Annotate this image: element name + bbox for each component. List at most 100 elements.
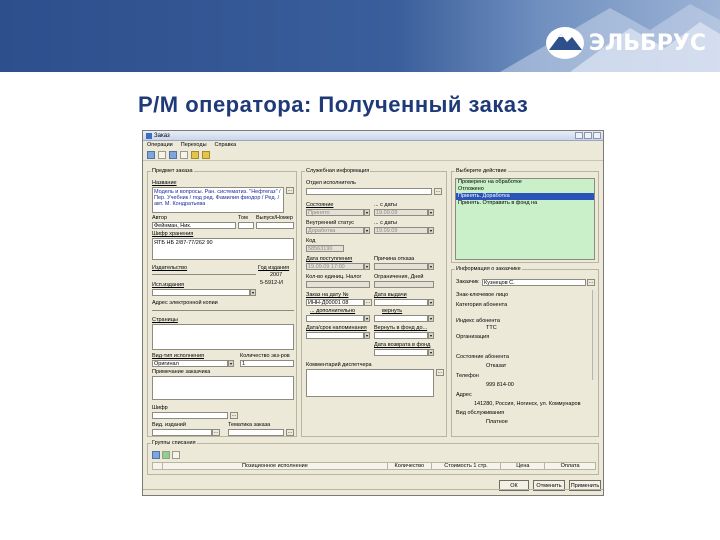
from2-date-field[interactable]: 19.09.09 xyxy=(374,227,428,234)
isbn-select[interactable] xyxy=(152,289,250,296)
grounds-select[interactable] xyxy=(374,263,428,270)
grid-edit-icon[interactable] xyxy=(162,451,170,459)
stamp-field[interactable] xyxy=(152,412,228,419)
save-icon[interactable] xyxy=(147,150,155,159)
reminder-value: Вернуть в фонд до... xyxy=(374,325,428,331)
col-payment[interactable]: Оплата xyxy=(545,463,595,469)
issues-browse-button[interactable]: ... xyxy=(212,429,220,436)
reminder2-dropdown-icon[interactable] xyxy=(428,332,434,339)
client-name-field[interactable]: Кузнецов С. xyxy=(482,279,586,286)
order-no-browse-button[interactable]: ... xyxy=(364,299,372,306)
subject-browse-button[interactable]: ... xyxy=(286,429,294,436)
pages-textarea[interactable] xyxy=(152,324,294,350)
menu-help[interactable]: Справка xyxy=(215,142,237,148)
action-item[interactable]: Принять. Отправить в фонд на xyxy=(456,200,594,207)
client-scrollbar[interactable] xyxy=(592,290,597,380)
grounds-dropdown-icon[interactable] xyxy=(428,263,434,270)
return-date-field[interactable] xyxy=(374,349,428,356)
action-item[interactable]: Проверено на обработке xyxy=(456,179,594,186)
exec-type-select[interactable]: Оригинал xyxy=(152,360,228,367)
isbn-dropdown-icon[interactable] xyxy=(250,289,256,296)
subject-label: Тематика заказа xyxy=(228,422,271,428)
col-position[interactable]: Позиционное исполнение xyxy=(163,463,388,469)
window-title: Заказ xyxy=(154,132,170,139)
reminder-label: Дата/срок напоминания xyxy=(306,325,367,331)
reminder-field[interactable] xyxy=(306,332,364,339)
author-field[interactable]: Фейнман, Ник. xyxy=(152,222,236,229)
close-button[interactable] xyxy=(593,132,601,139)
cipher-label: Шифр хранения xyxy=(152,231,194,237)
action-item[interactable]: Отложено xyxy=(456,186,594,193)
comment-browse-button[interactable]: ... xyxy=(436,369,444,376)
pieces-field[interactable] xyxy=(306,281,370,288)
order-no-field[interactable]: ИНН-Д00001 08 xyxy=(306,299,364,306)
from-date-field[interactable]: 19.09.09 xyxy=(374,209,428,216)
grid-add-icon[interactable] xyxy=(152,451,160,459)
sub-field[interactable] xyxy=(306,315,364,322)
org-label: Организация xyxy=(456,334,490,340)
copies-field[interactable]: 1 xyxy=(240,360,294,367)
exec-type-dropdown-icon[interactable] xyxy=(228,360,234,367)
return-field[interactable] xyxy=(374,315,428,322)
inner-state-select[interactable]: Доработка xyxy=(306,227,364,234)
name-textarea[interactable]: Модель и вопросы. Ран. систематиз. "Нефт… xyxy=(152,187,284,213)
dept-browse-button[interactable]: ... xyxy=(434,188,442,195)
reminder2-field[interactable] xyxy=(374,332,428,339)
from2-date-dropdown-icon[interactable] xyxy=(428,227,434,234)
refresh-icon[interactable] xyxy=(169,150,177,159)
year-label: Год издания xyxy=(258,265,290,271)
stamp-browse-button[interactable]: ... xyxy=(230,412,238,419)
state-dropdown-icon[interactable] xyxy=(364,209,370,216)
col-price-page[interactable]: Стоимость 1 стр. xyxy=(432,463,502,469)
window-titlebar: Заказ xyxy=(143,131,603,141)
minimize-button[interactable] xyxy=(575,132,583,139)
inner-state-dropdown-icon[interactable] xyxy=(364,227,370,234)
menu-operations[interactable]: Операции xyxy=(147,142,173,148)
pay-label: Вид обслуживания xyxy=(456,410,505,416)
col-quantity[interactable]: Количество xyxy=(388,463,432,469)
menu-transitions[interactable]: Переходы xyxy=(181,142,207,148)
limits-field[interactable] xyxy=(374,281,434,288)
status-bar xyxy=(143,489,603,495)
issue-date-field[interactable] xyxy=(374,299,428,306)
client-browse-button[interactable]: ... xyxy=(587,279,595,286)
from-date-dropdown-icon[interactable] xyxy=(428,209,434,216)
print-icon[interactable] xyxy=(158,150,166,159)
recv-dropdown-icon[interactable] xyxy=(364,263,370,270)
slide-title: Р/М оператора: Полученный заказ xyxy=(138,92,529,117)
name-browse-button[interactable]: ... xyxy=(286,187,294,194)
release-field[interactable] xyxy=(256,222,294,229)
sub-dropdown-icon[interactable] xyxy=(364,315,370,322)
reminder-dropdown-icon[interactable] xyxy=(364,332,370,339)
mail-icon[interactable] xyxy=(202,150,210,159)
email-line xyxy=(152,310,294,311)
return-date-dropdown-icon[interactable] xyxy=(428,349,434,356)
name-label: Название xyxy=(152,180,177,186)
action-item-selected[interactable]: Принять. Доработка xyxy=(456,193,594,200)
address-label: Адрес xyxy=(456,392,472,398)
pieces-label: Кол-во единиц. Налог xyxy=(306,274,362,280)
cipher-textarea[interactable]: ЯТБ НБ 2/87-77/262 90 xyxy=(152,238,294,260)
grid-delete-icon[interactable] xyxy=(172,451,180,459)
recv-field[interactable]: 19.09.09 17:00 xyxy=(306,263,364,270)
release-label: Выпуск/Номер xyxy=(256,215,293,221)
menubar: Операции Переходы Справка xyxy=(143,141,603,149)
issues-field[interactable] xyxy=(152,429,212,436)
year-value[interactable]: 2007 xyxy=(270,272,282,278)
note-textarea[interactable] xyxy=(152,376,294,400)
folder-icon[interactable] xyxy=(191,150,199,159)
dept-field[interactable] xyxy=(306,188,432,195)
state-select[interactable]: Принято xyxy=(306,209,364,216)
code-label: Код xyxy=(306,238,316,244)
elbrus-logo-icon xyxy=(545,27,584,59)
tom-field[interactable] xyxy=(238,222,254,229)
from-label: ... с даты xyxy=(374,202,398,208)
subject-field[interactable] xyxy=(228,429,284,436)
copy-icon[interactable] xyxy=(180,150,188,159)
issue-date-dropdown-icon[interactable] xyxy=(428,299,434,306)
isbn-value[interactable]: 5-5912-И xyxy=(260,280,283,286)
col-price[interactable]: Цена xyxy=(501,463,546,469)
maximize-button[interactable] xyxy=(584,132,592,139)
return-dropdown-icon[interactable] xyxy=(428,315,434,322)
comment-textarea[interactable] xyxy=(306,369,434,397)
